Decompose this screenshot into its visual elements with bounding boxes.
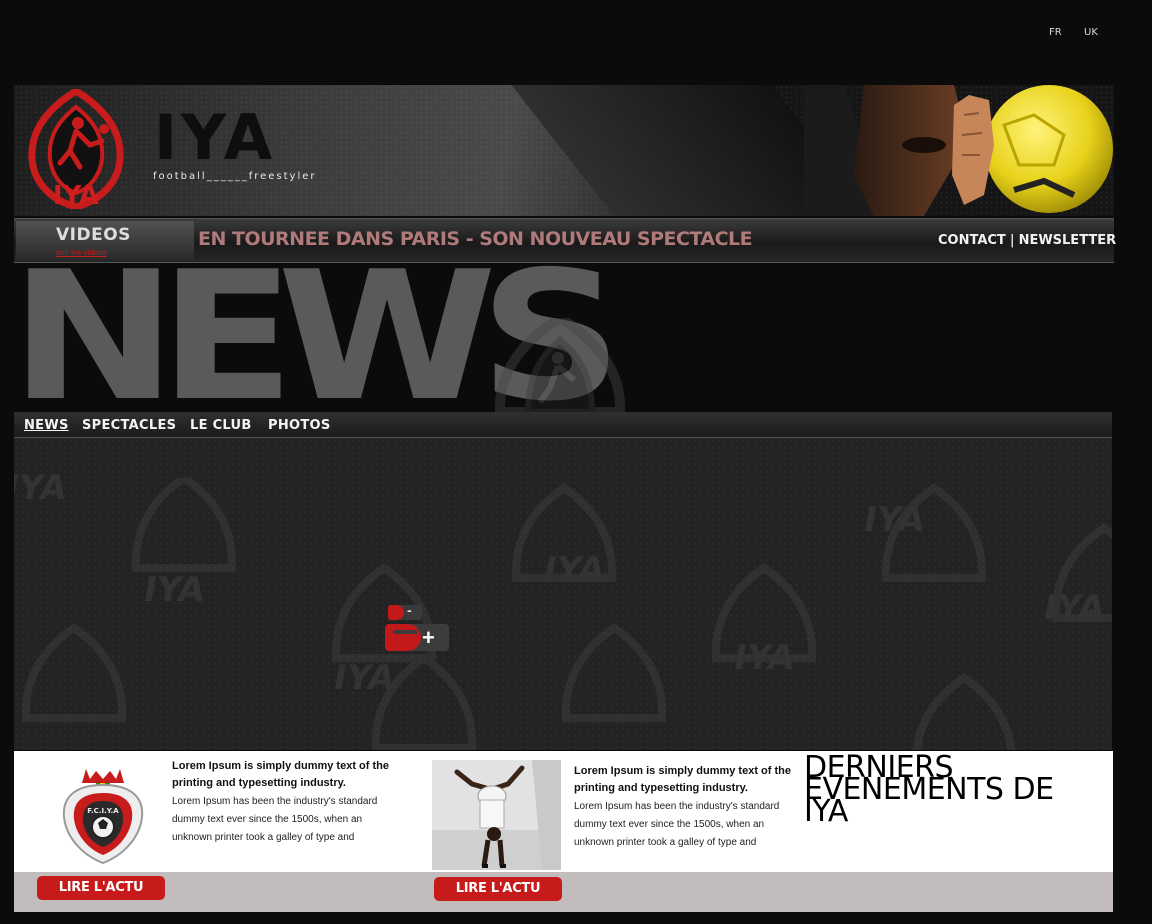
watermark-text: IYA <box>330 658 398 698</box>
nav-photos[interactable]: PHOTOS <box>268 418 331 433</box>
link-separator: | <box>1009 233 1015 248</box>
articles-footer-bar <box>14 872 1113 912</box>
header-banner: IYA IYA football______freestyler <box>14 85 1114 216</box>
brand-wordmark: IYA <box>154 101 277 174</box>
svg-text:IYA: IYA <box>53 181 99 209</box>
article-2-read-button[interactable]: LIRE L'ACTU <box>434 877 562 901</box>
article-1-read-button[interactable]: LIRE L'ACTU <box>37 876 165 900</box>
top-links: CONTACT | NEWSLETTER <box>938 233 1116 248</box>
nav-spectacles[interactable]: SPECTACLES <box>82 418 176 433</box>
watermark-text: IYA <box>14 468 70 508</box>
watermark-text: IYA <box>860 500 928 540</box>
watermark-text: IYA <box>730 638 798 678</box>
lang-fr-link[interactable]: FR <box>1049 27 1062 38</box>
main-nav: NEWS SPECTACLES LE CLUB PHOTOS <box>14 412 1112 438</box>
article-2-photo[interactable] <box>432 760 561 870</box>
player-with-ball-image <box>804 85 1113 216</box>
latest-events-heading: DERNIERS EVENEMENTS DE IYA <box>804 750 1054 829</box>
emblem-watermark-icon <box>494 318 626 412</box>
article-1-title[interactable]: Lorem Ipsum is simply dummy text of the … <box>172 758 392 792</box>
watermark-text: IYA <box>540 550 608 590</box>
article-2-body: Lorem Ipsum has been the industry's stan… <box>574 801 780 848</box>
nav-news[interactable]: NEWS <box>24 418 69 433</box>
brand-tagline: football______freestyler <box>153 171 317 182</box>
news-slider-area: IYA IYA IYA IYA IYA IYA IYA <box>14 438 1112 750</box>
zoom-in-button[interactable]: + <box>385 624 449 651</box>
nav-le-club[interactable]: LE CLUB <box>190 418 252 433</box>
club-crest-icon: F.C.I.Y.A <box>62 769 144 865</box>
iya-emblem-logo[interactable]: IYA <box>20 89 132 209</box>
article-2-title[interactable]: Lorem Ipsum is simply dummy text of the … <box>574 763 794 797</box>
article-1-body: Lorem Ipsum has been the industry's stan… <box>172 796 378 843</box>
watermark-text: IYA <box>140 570 208 610</box>
newsletter-link[interactable]: NEWSLETTER <box>1019 233 1117 248</box>
lang-uk-link[interactable]: UK <box>1084 27 1098 38</box>
watermark-text: IYA <box>1040 588 1108 628</box>
watermark-pattern-icon <box>21 478 1112 750</box>
contact-link[interactable]: CONTACT <box>938 233 1006 248</box>
zoom-out-button[interactable]: - <box>388 602 422 620</box>
svg-text:F.C.I.Y.A: F.C.I.Y.A <box>87 807 119 815</box>
